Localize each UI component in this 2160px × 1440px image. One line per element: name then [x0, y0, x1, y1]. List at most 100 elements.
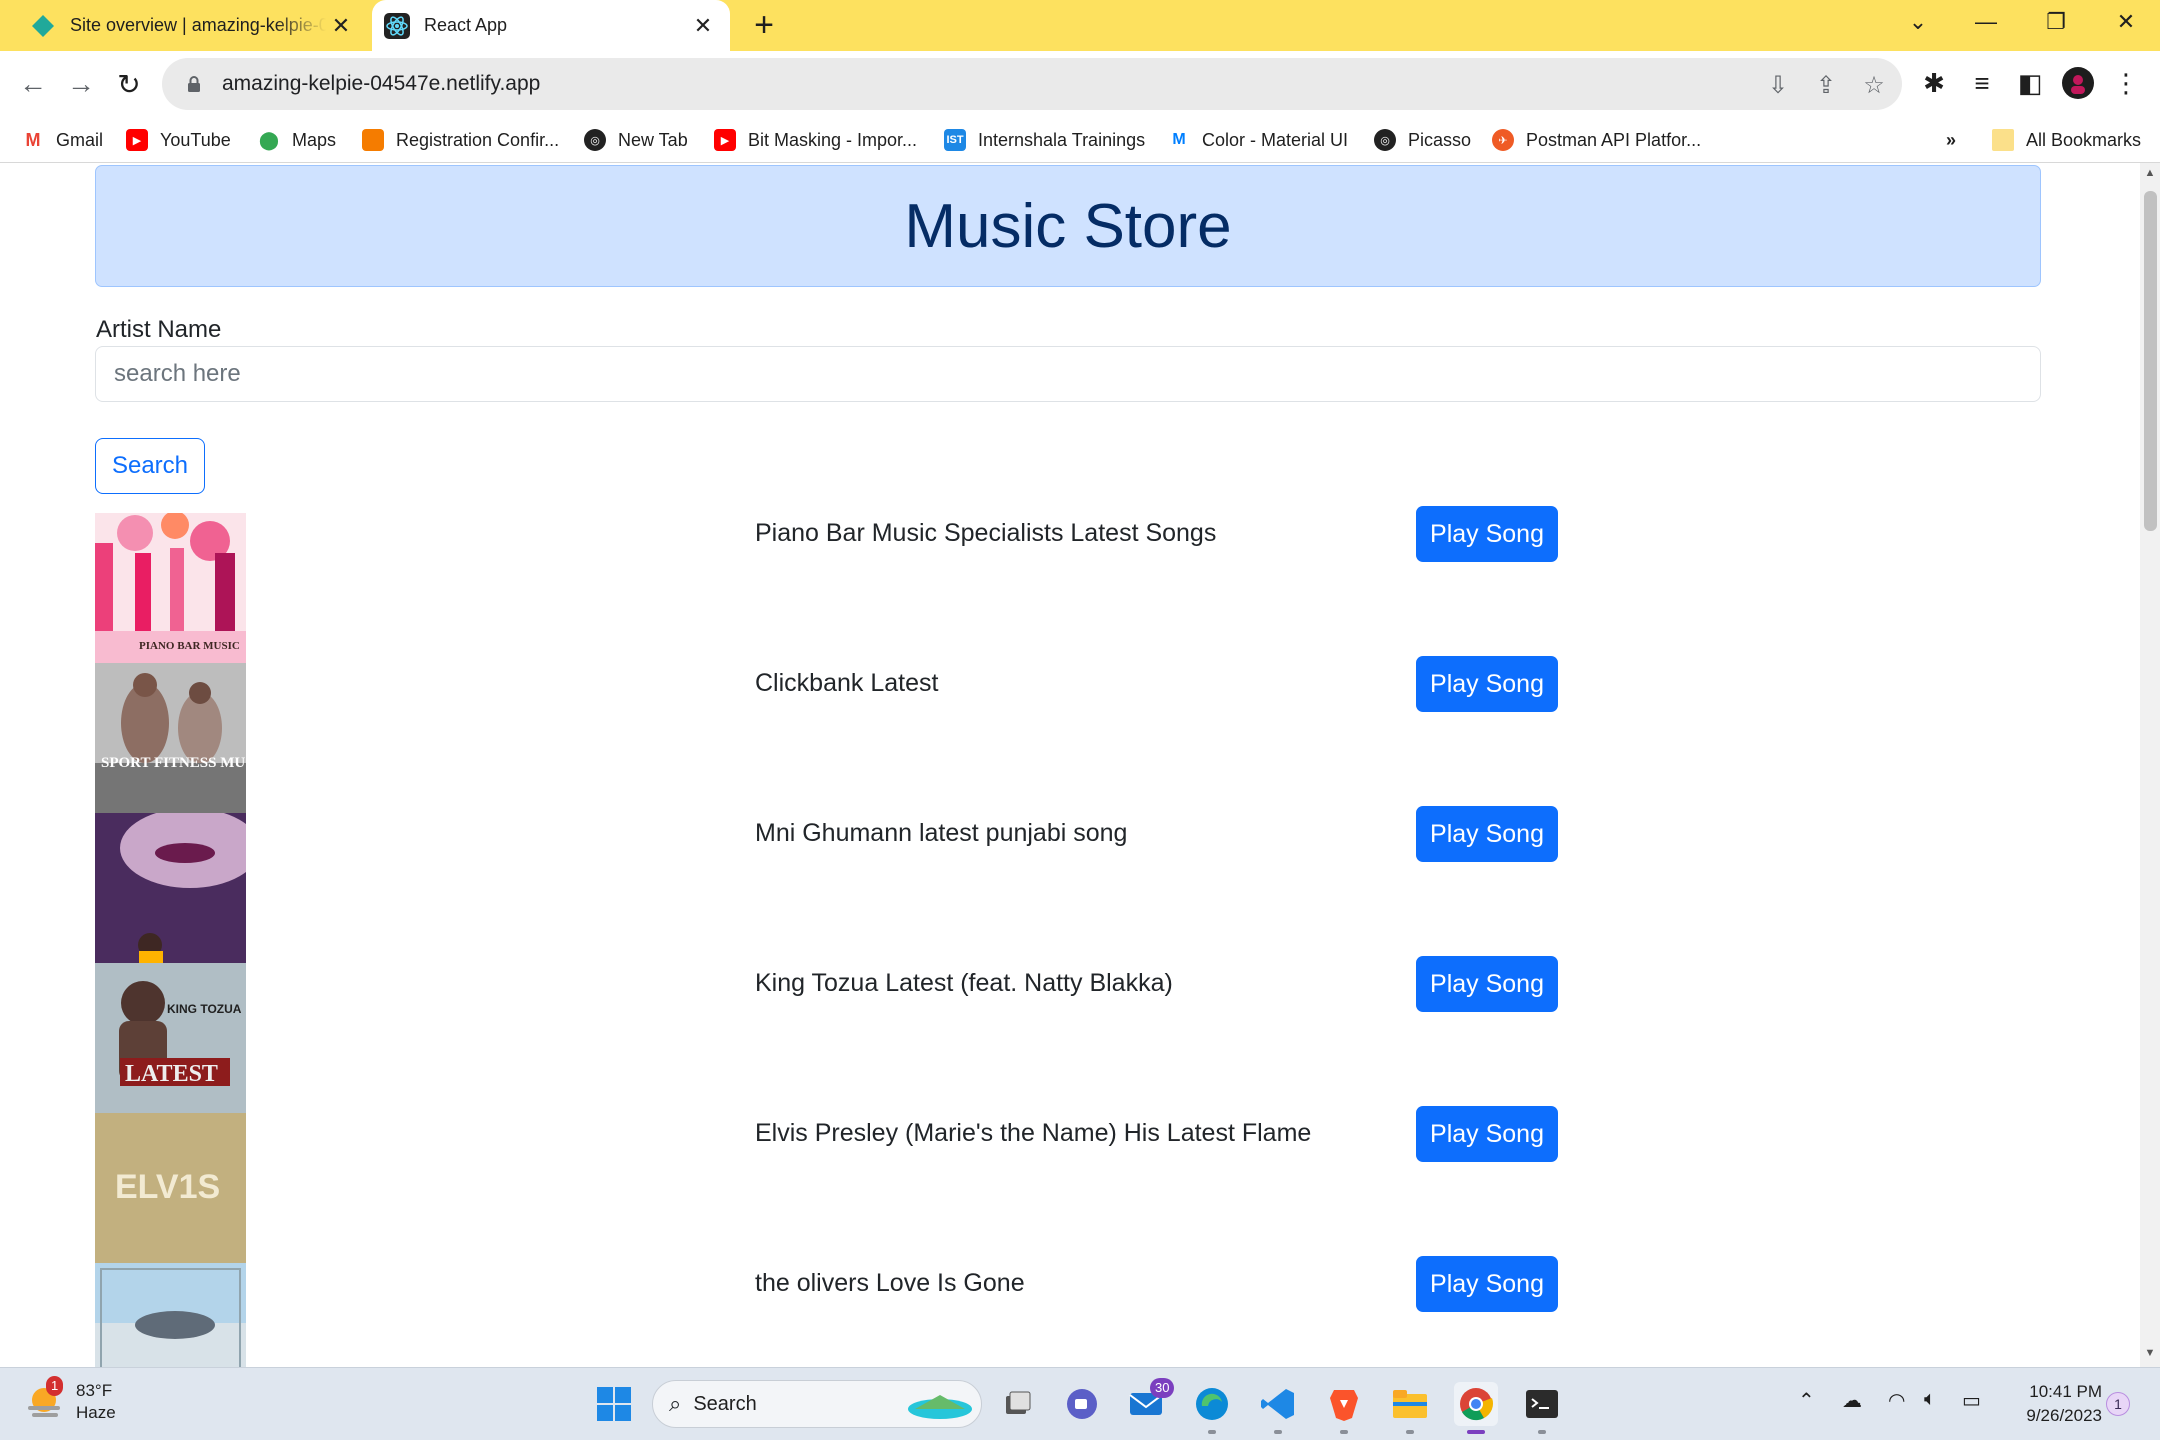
weather-temp: 83°F [76, 1381, 113, 1400]
back-icon[interactable]: ← [14, 65, 52, 103]
song-title: Clickbank Latest [755, 669, 939, 697]
bookmark-gmail[interactable]: M Gmail [22, 125, 103, 155]
album-cover: SPORT FITNESS MUSIC [95, 663, 246, 813]
tab-site-overview[interactable]: Site overview | amazing-kelpie-04547e ✕ [18, 0, 368, 51]
wifi-icon[interactable]: ◠ [1888, 1388, 1905, 1413]
install-app-icon[interactable]: ⇩ [1764, 71, 1792, 99]
bookmark-internshala[interactable]: IST Internshala Trainings [944, 125, 1145, 155]
bookmark-label: New Tab [618, 129, 688, 150]
tab-react-app[interactable]: React App ✕ [372, 0, 730, 51]
scroll-down-icon[interactable]: ▼ [2144, 1347, 2156, 1363]
notification-badge[interactable]: 1 [2106, 1392, 2130, 1416]
bookmark-label: Postman API Platfor... [1526, 129, 1702, 150]
minimize-icon[interactable]: — [1954, 0, 2018, 44]
song-title: Elvis Presley (Marie's the Name) His Lat… [755, 1119, 1312, 1147]
task-view-icon[interactable] [996, 1382, 1040, 1426]
page-title: Music Store [904, 191, 1232, 261]
weather-widget[interactable]: 1 83°F Haze [24, 1376, 116, 1424]
all-bookmarks-folder[interactable]: All Bookmarks [1992, 125, 2141, 155]
side-panel-icon[interactable]: ◧ [2014, 67, 2046, 99]
mail-icon[interactable]: 30 [1124, 1378, 1175, 1426]
start-button[interactable] [592, 1382, 636, 1426]
bookmark-postman[interactable]: ✈ Postman API Platfor... [1492, 125, 1701, 155]
play-song-button[interactable]: Play Song [1416, 506, 1558, 562]
bookmark-bit-masking[interactable]: ▶ Bit Masking - Impor... [714, 125, 917, 155]
show-hidden-icons-chevron[interactable]: ⌃ [1798, 1388, 1815, 1413]
clock-time: 10:41 PM [2029, 1382, 2102, 1401]
edge-icon[interactable] [1190, 1382, 1234, 1434]
extensions-icon[interactable]: ✱ [1918, 67, 1950, 99]
bookmark-picasso[interactable]: ◎ Picasso [1374, 125, 1471, 155]
restore-icon[interactable]: ❐ [2024, 0, 2088, 44]
tab-close-icon[interactable]: ✕ [326, 11, 356, 41]
system-clock[interactable]: 10:41 PM 9/26/2023 [2010, 1380, 2102, 1428]
youtube-icon: ▶ [126, 129, 148, 151]
song-title: Piano Bar Music Specialists Latest Songs [755, 519, 1217, 547]
menu-kebab-icon[interactable]: ⋮ [2110, 67, 2142, 99]
close-window-icon[interactable]: ✕ [2094, 0, 2158, 44]
play-song-button[interactable]: Play Song [1416, 806, 1558, 862]
teams-chat-icon[interactable] [1060, 1382, 1104, 1426]
bookmark-material-ui[interactable]: M Color - Material UI [1168, 125, 1348, 155]
play-song-button[interactable]: Play Song [1416, 656, 1558, 712]
cube-icon [362, 129, 384, 151]
mail-badge: 30 [1150, 1378, 1175, 1398]
weather-haze-icon: 1 [24, 1376, 64, 1422]
bookmark-label: Maps [292, 129, 337, 150]
file-explorer-icon[interactable] [1388, 1382, 1432, 1434]
page-scrollbar[interactable]: ▲ ▼ [2140, 163, 2160, 1367]
brave-icon[interactable] [1322, 1382, 1366, 1434]
bookmarks-overflow-button[interactable]: » [1946, 125, 1956, 155]
vscode-icon[interactable] [1256, 1382, 1300, 1434]
page-viewport: Music Store Artist Name Search PIANO BAR… [0, 163, 2140, 1367]
taskbar-search-label: Search [693, 1392, 757, 1415]
tab-close-icon[interactable]: ✕ [688, 11, 718, 41]
artist-search-input[interactable] [95, 346, 2041, 402]
song-row: ELV1S Elvis Presley (Marie's the Name) H… [0, 1106, 2140, 1263]
address-bar[interactable]: amazing-kelpie-04547e.netlify.app ⇩ ⇪ ☆ [162, 58, 1902, 110]
lock-icon [188, 76, 200, 92]
play-song-button[interactable]: Play Song [1416, 1106, 1558, 1162]
cover-text: ELV1S [115, 1168, 220, 1206]
bookmark-star-icon[interactable]: ☆ [1860, 71, 1888, 99]
terminal-icon[interactable] [1520, 1382, 1564, 1434]
search-highlight-icon [908, 1395, 972, 1419]
share-icon[interactable]: ⇪ [1812, 71, 1840, 99]
bookmark-registration[interactable]: Registration Confir... [362, 125, 559, 155]
search-button[interactable]: Search [95, 438, 205, 494]
new-tab-button[interactable]: + [748, 8, 780, 42]
bookmarks-bar: M Gmail ▶ YouTube ⬤ Maps Registration Co… [0, 117, 2160, 163]
forward-icon[interactable]: → [62, 65, 100, 103]
bookmark-label: Color - Material UI [1202, 129, 1349, 150]
chrome-icon[interactable] [1454, 1382, 1498, 1434]
folder-icon [1992, 129, 2014, 151]
cover-text: KING TOZUA [167, 1002, 242, 1016]
profile-avatar[interactable] [2062, 67, 2094, 99]
reload-icon[interactable]: ↻ [110, 65, 148, 103]
onedrive-icon[interactable]: ☁ [1842, 1388, 1862, 1413]
play-song-button[interactable]: Play Song [1416, 956, 1558, 1012]
search-icon: ⌕ [669, 1391, 682, 1416]
youtube-icon: ▶ [714, 129, 736, 151]
battery-icon[interactable]: ▭ [1962, 1388, 1981, 1413]
gmail-icon: M [22, 129, 44, 151]
taskbar-search-box[interactable]: ⌕ Search [652, 1380, 982, 1428]
page-header: Music Store [95, 165, 2041, 287]
media-control-icon[interactable]: ≡ [1966, 67, 1998, 99]
song-row: SPORT FITNESS MUSIC Clickbank Latest Pla… [0, 656, 2140, 813]
bookmark-maps[interactable]: ⬤ Maps [258, 125, 336, 155]
bookmark-youtube[interactable]: ▶ YouTube [126, 125, 231, 155]
bookmark-new-tab[interactable]: ◎ New Tab [584, 125, 688, 155]
globe-icon: ◎ [584, 129, 606, 151]
album-cover: ELV1S [95, 1113, 246, 1263]
song-row: the olivers Love Is Gone Play Song [0, 1256, 2140, 1367]
album-cover [95, 813, 246, 963]
scroll-up-icon[interactable]: ▲ [2144, 167, 2156, 183]
bookmark-label: Bit Masking - Impor... [748, 129, 918, 150]
tab-search-chevron-icon[interactable]: ⌄ [1886, 0, 1950, 44]
volume-icon[interactable]: 🔈︎ [1924, 1388, 1936, 1411]
play-song-button[interactable]: Play Song [1416, 1256, 1558, 1312]
song-row: Mni Ghumann latest punjabi song Play Son… [0, 806, 2140, 963]
scrollbar-thumb[interactable] [2144, 191, 2157, 531]
song-title: Mni Ghumann latest punjabi song [755, 819, 1128, 847]
